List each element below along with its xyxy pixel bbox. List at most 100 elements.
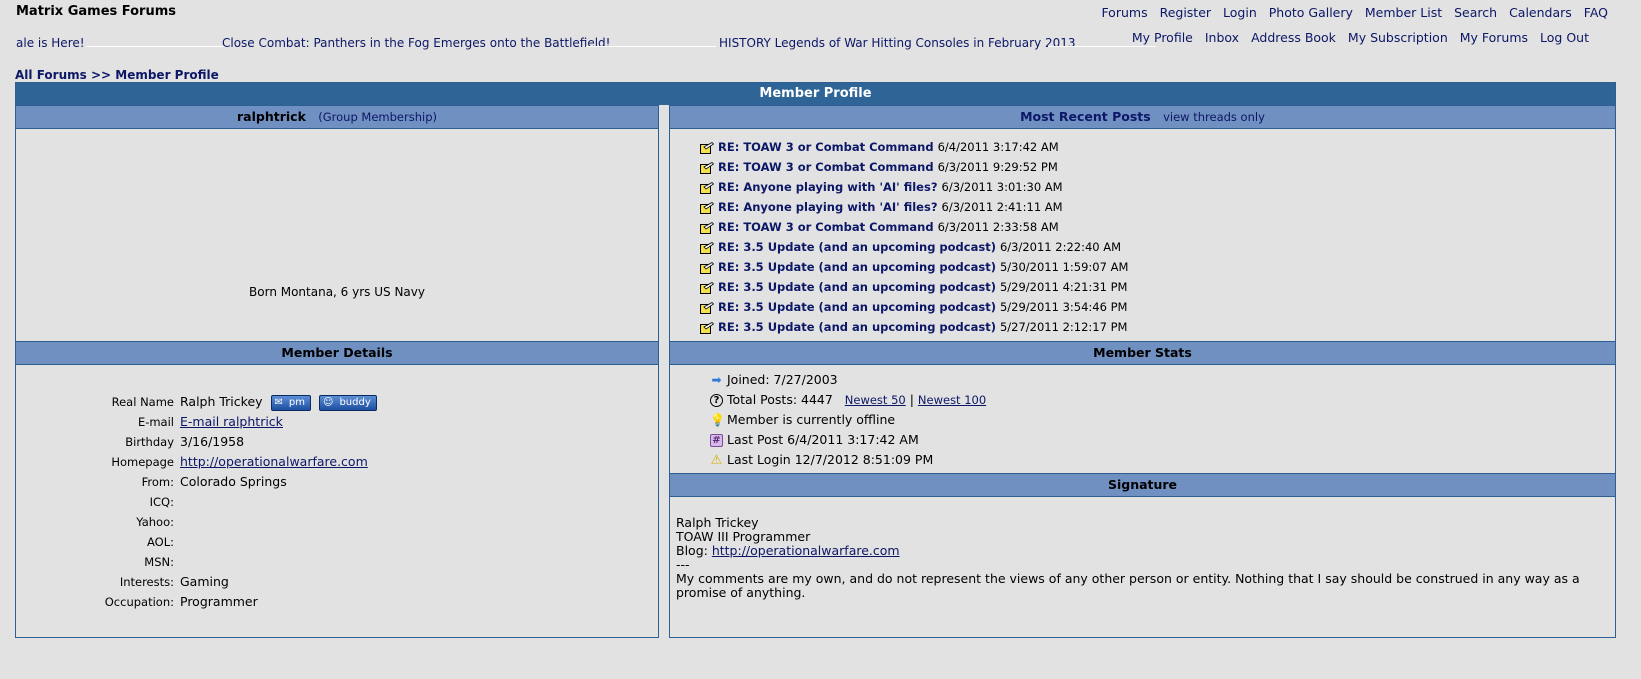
nav-inbox[interactable]: Inbox (1205, 30, 1239, 45)
stats-separator: | (909, 392, 914, 407)
post-link[interactable]: RE: TOAW 3 or Combat Command (718, 140, 934, 154)
signature-line: --- (676, 557, 690, 572)
news-ticker: ale is Here! Close Combat: Panthers in t… (16, 36, 1156, 50)
stat-last-login: ⚠ Last Login 12/7/2012 8:51:09 PM (710, 452, 934, 468)
post-link[interactable]: RE: 3.5 Update (and an upcoming podcast) (718, 280, 996, 294)
site-title[interactable]: Matrix Games Forums (16, 4, 176, 19)
member-stats-header: Member Stats (670, 341, 1615, 365)
post-date: 6/3/2011 3:01:30 AM (941, 180, 1063, 194)
ticker-item[interactable]: HISTORY Legends of War Hitting Consoles … (719, 36, 1076, 50)
post-row: RE: 3.5 Update (and an upcoming podcast)… (700, 277, 1128, 297)
post-icon (700, 221, 714, 234)
nav-my-forums[interactable]: My Forums (1460, 30, 1528, 45)
detail-row-email: E-mail E-mail ralphtrick (90, 412, 377, 432)
signature-line: Blog: http://operationalwarfare.com (676, 543, 900, 558)
member-details-header: Member Details (16, 341, 658, 365)
newest-50-link[interactable]: Newest 50 (845, 393, 906, 407)
post-link[interactable]: RE: Anyone playing with 'AI' files? (718, 200, 938, 214)
detail-row-aol: AOL: (90, 532, 377, 552)
lightbulb-icon: 💡 (710, 413, 725, 427)
breadcrumb: All Forums >> Member Profile (15, 68, 219, 82)
pm-button[interactable]: ✉ pm (270, 394, 312, 411)
detail-value: 3/16/1958 (180, 434, 245, 449)
post-icon (700, 161, 714, 174)
post-row: RE: TOAW 3 or Combat Command 6/4/2011 3:1… (700, 137, 1128, 157)
nav-photo-gallery[interactable]: Photo Gallery (1269, 5, 1353, 20)
recent-posts-list: RE: TOAW 3 or Combat Command 6/4/2011 3:1… (700, 137, 1128, 337)
nav-calendars[interactable]: Calendars (1509, 5, 1572, 20)
member-details-table: Real Name Ralph Trickey ✉ pm ☺ buddy E-mail… (90, 392, 377, 612)
nav-register[interactable]: Register (1160, 5, 1211, 20)
post-date: 5/30/2011 1:59:07 AM (999, 260, 1129, 274)
breadcrumb-current: Member Profile (115, 68, 219, 82)
post-date: 6/3/2011 9:29:52 PM (937, 160, 1058, 174)
signature-header: Signature (670, 473, 1615, 497)
nav-faq[interactable]: FAQ (1584, 5, 1608, 20)
post-date: 5/29/2011 4:21:31 PM (999, 280, 1128, 294)
post-row: RE: 3.5 Update (and an upcoming podcast)… (700, 257, 1128, 277)
nav-my-profile[interactable]: My Profile (1132, 30, 1193, 45)
stat-joined: ➡ Joined: 7/27/2003 (711, 372, 838, 387)
hash-icon: # (710, 434, 723, 447)
post-row: RE: TOAW 3 or Combat Command 6/3/2011 2:3… (700, 217, 1128, 237)
post-icon (700, 261, 714, 274)
post-link[interactable]: RE: 3.5 Update (and an upcoming podcast) (718, 300, 996, 314)
detail-label: Homepage (111, 455, 174, 469)
nav-member-list[interactable]: Member List (1365, 5, 1442, 20)
stat-last-post: # Last Post 6/4/2011 3:17:42 AM (710, 430, 986, 450)
post-link[interactable]: RE: 3.5 Update (and an upcoming podcast) (718, 240, 996, 254)
post-row: RE: 3.5 Update (and an upcoming podcast)… (700, 317, 1128, 337)
signature-text: Ralph Trickey TOAW III Programmer Blog: … (676, 516, 1596, 600)
ticker-item[interactable]: Close Combat: Panthers in the Fog Emerge… (222, 36, 610, 50)
breadcrumb-all-forums[interactable]: All Forums (15, 68, 87, 82)
nav-address-book[interactable]: Address Book (1251, 30, 1336, 45)
post-link[interactable]: RE: 3.5 Update (and an upcoming podcast) (718, 320, 996, 334)
nav-search[interactable]: Search (1454, 5, 1497, 20)
detail-row-yahoo: Yahoo: (90, 512, 377, 532)
blog-link[interactable]: http://operationalwarfare.com (712, 543, 900, 558)
detail-label: Yahoo: (136, 515, 174, 529)
pm-icon: ✉ (274, 396, 283, 408)
nav-forums[interactable]: Forums (1101, 5, 1147, 20)
post-date: 5/27/2011 2:12:17 PM (999, 320, 1128, 334)
email-link[interactable]: E-mail ralphtrick (180, 414, 283, 429)
warning-icon: ⚠ (710, 453, 723, 468)
group-membership-link[interactable]: (Group Membership) (318, 110, 437, 124)
post-icon (700, 281, 714, 294)
post-link[interactable]: RE: Anyone playing with 'AI' files? (718, 180, 938, 194)
post-link[interactable]: RE: 3.5 Update (and an upcoming podcast) (718, 260, 996, 274)
view-threads-only-link[interactable]: view threads only (1163, 110, 1265, 124)
detail-label: Interests: (119, 575, 174, 589)
post-date: 6/3/2011 2:33:58 AM (937, 220, 1059, 234)
newest-100-link[interactable]: Newest 100 (918, 393, 986, 407)
buddy-button[interactable]: ☺ buddy (319, 394, 377, 411)
recent-posts-title: Most Recent Posts (1020, 109, 1151, 124)
ticker-divider (1048, 46, 1156, 47)
user-nav: My Profile Inbox Address Book My Subscri… (1124, 30, 1589, 45)
ticker-divider (86, 46, 226, 47)
post-row: RE: 3.5 Update (and an upcoming podcast)… (700, 297, 1128, 317)
post-icon (700, 321, 714, 334)
nav-log-out[interactable]: Log Out (1540, 30, 1589, 45)
post-icon (700, 141, 714, 154)
post-row: RE: TOAW 3 or Combat Command 6/3/2011 9:2… (700, 157, 1128, 177)
detail-value: Ralph Trickey (180, 394, 263, 409)
signature-line: My comments are my own, and do not repre… (676, 571, 1580, 600)
homepage-link[interactable]: http://operationalwarfare.com (180, 454, 368, 469)
nav-my-subscription[interactable]: My Subscription (1348, 30, 1448, 45)
buddy-icon: ☺ (323, 396, 334, 408)
post-icon (700, 241, 714, 254)
post-link[interactable]: RE: TOAW 3 or Combat Command (718, 220, 934, 234)
post-icon (700, 201, 714, 214)
detail-label: Real Name (111, 395, 174, 409)
detail-label: ICQ: (149, 495, 174, 509)
question-icon: ? (710, 394, 723, 407)
detail-label: E-mail (137, 415, 174, 429)
nav-login[interactable]: Login (1223, 5, 1257, 20)
detail-row-birthday: Birthday 3/16/1958 (90, 432, 377, 452)
post-link[interactable]: RE: TOAW 3 or Combat Command (718, 160, 934, 174)
detail-label: Birthday (125, 435, 174, 449)
detail-row-icq: ICQ: (90, 492, 377, 512)
ticker-item[interactable]: ale is Here! (16, 36, 85, 50)
arrow-right-icon: ➡ (711, 373, 722, 387)
